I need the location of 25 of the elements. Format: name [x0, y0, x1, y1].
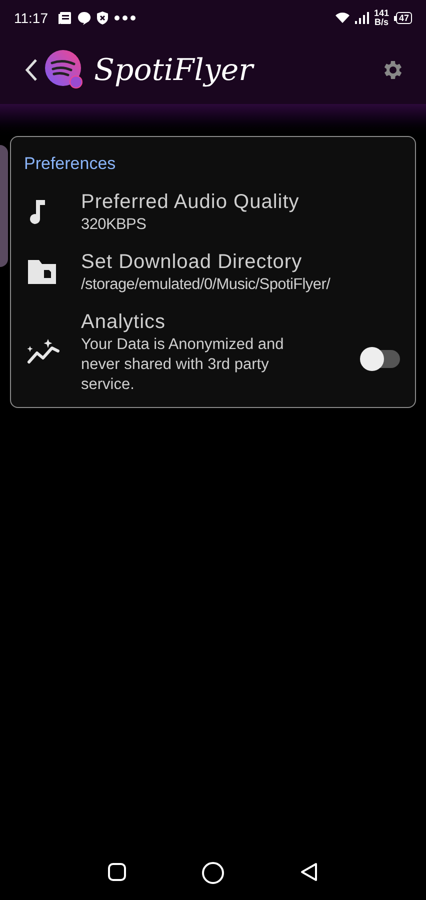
status-time: 11:17 [14, 8, 48, 28]
home-icon[interactable] [200, 861, 225, 885]
chat-icon [77, 11, 91, 25]
wifi-icon [334, 12, 350, 24]
signal-icon [354, 12, 369, 24]
shield-icon [96, 11, 109, 25]
battery-icon: 47 [394, 12, 412, 24]
setting-value: Your Data is Anonymized and never shared with 3rd party service. [81, 334, 285, 394]
setting-value: 320KBPS [81, 214, 148, 234]
more-icon [114, 15, 136, 21]
app-title: SpotiFlyer [94, 52, 253, 90]
setting-title: Analytics [81, 310, 167, 334]
setting-value: /storage/emulated/0/Music/SpotiFlyer/ [81, 274, 332, 294]
folder-icon [26, 258, 58, 286]
analytics-switch[interactable] [360, 346, 400, 370]
setting-title: Set Download Directory [81, 250, 304, 274]
network-speed: 141 [374, 9, 389, 18]
section-title: Preferences [24, 153, 117, 175]
chart-sparkle-icon [26, 338, 62, 366]
news-icon [58, 11, 72, 25]
recents-icon[interactable] [106, 861, 128, 883]
network-speed-unit: B/s [374, 18, 388, 27]
back-icon[interactable] [24, 58, 38, 82]
setting-title: Preferred Audio Quality [81, 190, 300, 214]
logo-icon [44, 50, 84, 90]
